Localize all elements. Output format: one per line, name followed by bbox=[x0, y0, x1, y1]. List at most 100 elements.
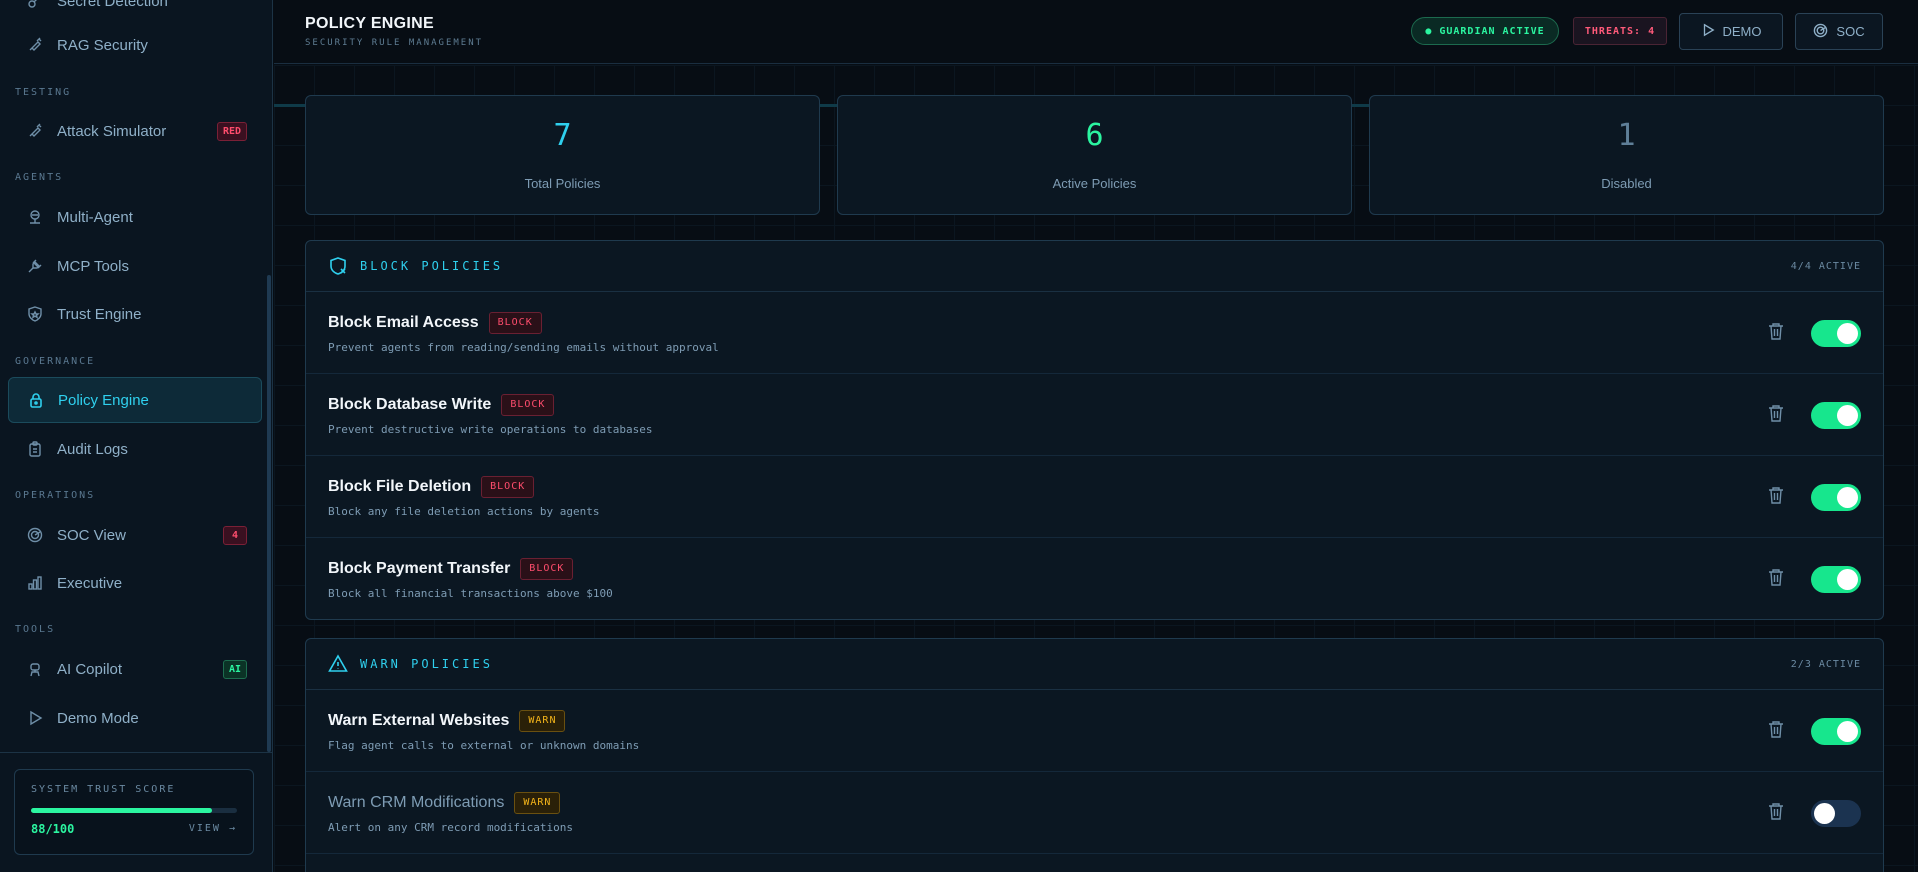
main-content: 7 Total Policies 6 Active Policies 1 Dis… bbox=[274, 65, 1918, 872]
sidebar-item-label: Audit Logs bbox=[57, 440, 128, 458]
sidebar-item-policy-engine[interactable]: Policy Engine bbox=[8, 377, 262, 423]
sidebar-item-label: Multi-Agent bbox=[57, 208, 133, 226]
play-icon bbox=[1701, 23, 1715, 40]
policy-row: Block Payment Transfer BLOCK Block all fi… bbox=[306, 538, 1883, 619]
clipboard-icon bbox=[26, 440, 44, 458]
demo-button[interactable]: DEMO bbox=[1679, 13, 1783, 50]
sidebar-item-mcp-tools[interactable]: MCP Tools bbox=[8, 243, 262, 289]
policy-description: Flag agent calls to external or unknown … bbox=[328, 739, 640, 752]
radar-icon bbox=[1813, 23, 1828, 41]
block-tag: BLOCK bbox=[501, 394, 555, 416]
warn-tag: WARN bbox=[514, 792, 561, 814]
lock-icon bbox=[27, 391, 45, 409]
stat-total-label: Total Policies bbox=[524, 176, 601, 191]
radar-icon bbox=[26, 526, 44, 544]
sidebar-item-rag-security[interactable]: RAG Security bbox=[8, 22, 262, 68]
sidebar-divider bbox=[0, 752, 273, 753]
policy-description: Block any file deletion actions by agent… bbox=[328, 505, 600, 518]
trust-score-label: SYSTEM TRUST SCORE bbox=[31, 784, 176, 795]
trash-icon[interactable] bbox=[1768, 720, 1786, 740]
system-trust-card[interactable]: SYSTEM TRUST SCORE 88/100 VIEW → bbox=[14, 769, 254, 855]
sidebar-item-ai-copilot[interactable]: AI Copilot AI bbox=[8, 646, 262, 692]
stat-active-label: Active Policies bbox=[1052, 176, 1137, 191]
sidebar-item-soc-view[interactable]: SOC View 4 bbox=[8, 512, 262, 558]
policy-title: Block File Deletion bbox=[328, 478, 472, 495]
network-icon bbox=[26, 208, 44, 226]
block-tag: BLOCK bbox=[488, 312, 542, 334]
section-label-testing: TESTING bbox=[15, 87, 72, 98]
sidebar-item-secret-detection[interactable]: Secret Detection bbox=[8, 0, 262, 24]
sidebar-item-trust-engine[interactable]: Trust Engine bbox=[8, 291, 262, 337]
key-icon bbox=[26, 0, 44, 10]
warn-policies-header: WARN POLICIES 2/3 ACTIVE bbox=[306, 639, 1883, 690]
block-tag: BLOCK bbox=[481, 476, 535, 498]
trash-icon[interactable] bbox=[1768, 404, 1786, 424]
warn-policies-title: WARN POLICIES bbox=[360, 657, 493, 671]
sidebar-item-label: Trust Engine bbox=[57, 305, 142, 323]
policy-title: Block Email Access bbox=[328, 314, 479, 331]
block-policies-title: BLOCK POLICIES bbox=[360, 259, 504, 273]
stat-total-value: 7 bbox=[553, 118, 572, 153]
sidebar-item-label: AI Copilot bbox=[57, 660, 123, 678]
policy-row: Warn CRM Modifications WARN Alert on any … bbox=[306, 772, 1883, 854]
trust-score-fill bbox=[31, 808, 213, 813]
robot-icon bbox=[26, 660, 44, 678]
soc-button-label: SOC bbox=[1836, 24, 1865, 39]
policy-row: Block File Deletion BLOCK Block any file … bbox=[306, 456, 1883, 538]
guardian-status-badge: ● GUARDIAN ACTIVE bbox=[1411, 17, 1559, 45]
trash-icon[interactable] bbox=[1768, 568, 1786, 588]
sidebar-item-label: RAG Security bbox=[57, 36, 148, 54]
trash-icon[interactable] bbox=[1768, 802, 1786, 822]
sidebar-item-attack-simulator[interactable]: Attack Simulator RED bbox=[8, 108, 262, 154]
warning-icon bbox=[328, 654, 348, 674]
block-policies-header: BLOCK POLICIES 4/4 ACTIVE bbox=[306, 241, 1883, 292]
sidebar-item-label: Demo Mode bbox=[57, 709, 139, 727]
stat-active-value: 6 bbox=[1085, 118, 1104, 153]
sidebar-scrollbar-thumb[interactable] bbox=[267, 275, 271, 752]
trust-score-value: 88/100 bbox=[31, 822, 75, 836]
policy-row: Warn External Websites WARN Flag agent ca… bbox=[306, 690, 1883, 772]
policy-toggle[interactable] bbox=[1811, 484, 1861, 511]
warn-tag: WARN bbox=[519, 710, 566, 732]
sidebar-item-executive[interactable]: Executive bbox=[8, 560, 262, 606]
plug-icon bbox=[26, 257, 44, 275]
policy-row: Block Email Access BLOCK Prevent agents f… bbox=[306, 292, 1883, 374]
warn-policies-panel: WARN POLICIES 2/3 ACTIVE Warn External W… bbox=[305, 638, 1884, 872]
policy-description: Prevent destructive write operations to … bbox=[328, 423, 653, 436]
sidebar-item-multi-agent[interactable]: Multi-Agent bbox=[8, 194, 262, 240]
section-label-operations: OPERATIONS bbox=[15, 490, 96, 501]
policy-toggle[interactable] bbox=[1811, 320, 1861, 347]
bar-chart-icon bbox=[26, 574, 44, 592]
stat-card-active: 6 Active Policies bbox=[837, 95, 1352, 215]
policy-title: Warn CRM Modifications bbox=[328, 794, 505, 811]
soc-button[interactable]: SOC bbox=[1795, 13, 1883, 50]
trust-view-link[interactable]: VIEW → bbox=[189, 823, 237, 834]
ai-badge: AI bbox=[222, 660, 247, 679]
sidebar-item-label: MCP Tools bbox=[57, 257, 129, 275]
policy-description: Alert on any CRM record modifications bbox=[328, 821, 574, 834]
stat-disabled-label: Disabled bbox=[1601, 176, 1652, 191]
policy-title: Warn External Websites bbox=[328, 712, 510, 729]
policy-toggle[interactable] bbox=[1811, 402, 1861, 429]
section-label-tools: TOOLS bbox=[15, 624, 56, 635]
trash-icon[interactable] bbox=[1768, 486, 1786, 506]
shield-star-icon bbox=[26, 305, 44, 323]
threats-badge[interactable]: THREATS: 4 bbox=[1573, 17, 1667, 45]
policy-toggle[interactable] bbox=[1811, 800, 1861, 827]
sidebar-item-audit-logs[interactable]: Audit Logs bbox=[8, 426, 262, 472]
sidebar-scrollbar[interactable] bbox=[266, 0, 272, 752]
trust-score-bar bbox=[31, 808, 237, 813]
policy-row: Block Database Write BLOCK Prevent destru… bbox=[306, 374, 1883, 456]
trash-icon[interactable] bbox=[1768, 322, 1786, 342]
stat-card-total: 7 Total Policies bbox=[305, 95, 820, 215]
sidebar-item-demo-mode[interactable]: Demo Mode bbox=[8, 695, 262, 741]
syringe-icon bbox=[26, 122, 44, 140]
sidebar-item-label: Secret Detection bbox=[57, 0, 168, 10]
stat-card-disabled: 1 Disabled bbox=[1369, 95, 1884, 215]
policy-toggle[interactable] bbox=[1811, 566, 1861, 593]
red-badge: RED bbox=[216, 122, 247, 141]
sidebar-item-label: Attack Simulator bbox=[57, 122, 167, 140]
play-icon bbox=[26, 709, 44, 727]
sidebar: Secret Detection RAG Security TESTING At… bbox=[0, 0, 273, 872]
policy-toggle[interactable] bbox=[1811, 718, 1861, 745]
